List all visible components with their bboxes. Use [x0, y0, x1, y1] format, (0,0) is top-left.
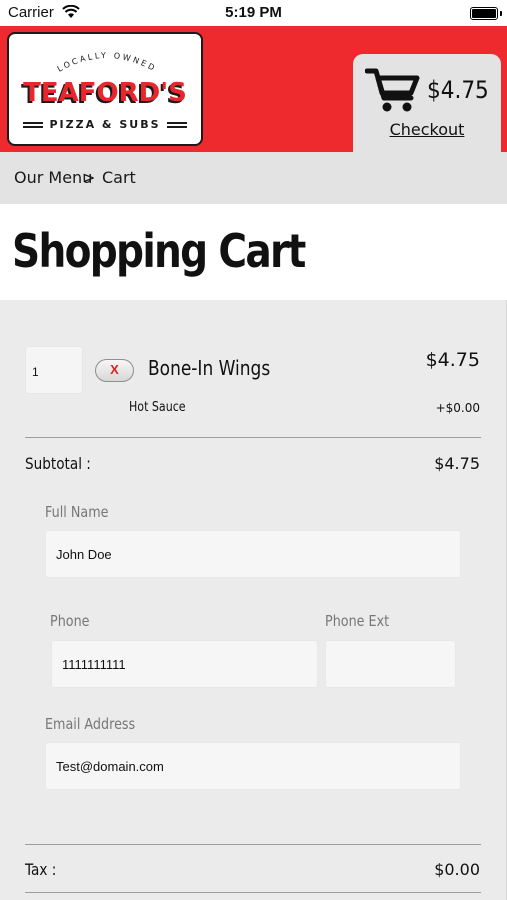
logo-name: TEAFORD'S	[23, 78, 187, 108]
logo[interactable]: LOCALLY OWNED TEAFORD'S PIZZA & SUBS	[7, 32, 203, 146]
breadcrumb-our-menu[interactable]: Our Menu	[14, 168, 92, 187]
checkout-link[interactable]: Checkout	[353, 120, 501, 139]
page-title: Shopping Cart	[12, 224, 306, 278]
remove-item-button[interactable]: X	[95, 359, 134, 382]
logo-tagline: LOCALLY OWNED	[56, 51, 156, 74]
tax-label: Tax :	[25, 860, 57, 879]
phone-ext-label: Phone Ext	[325, 612, 390, 630]
full-name-label: Full Name	[45, 503, 109, 521]
divider	[25, 437, 481, 438]
battery-icon	[470, 7, 502, 20]
phone-field[interactable]: 1111111111	[51, 640, 318, 688]
breadcrumb-separator: >	[82, 168, 96, 187]
shopping-cart-icon	[365, 68, 420, 112]
divider	[25, 892, 481, 893]
item-option-name: Hot Sauce	[129, 400, 186, 415]
status-bar: Carrier 5:19 PM	[0, 0, 507, 26]
logo-stripe-right	[167, 122, 187, 128]
item-price: $4.75	[425, 349, 480, 371]
cart-tab[interactable]: $4.75 Checkout	[353, 54, 501, 152]
item-name: Bone-In Wings	[148, 356, 271, 380]
svg-text:LOCALLY OWNED: LOCALLY OWNED	[56, 51, 158, 74]
email-label: Email Address	[45, 715, 136, 733]
quantity-input[interactable]: 1	[25, 346, 83, 394]
subtotal-label: Subtotal :	[25, 454, 91, 473]
tax-value: $0.00	[434, 860, 480, 879]
cart-total: $4.75	[427, 76, 489, 104]
phone-label: Phone	[50, 612, 90, 630]
breadcrumb: Our Menu > Cart	[0, 152, 507, 204]
subtotal-value: $4.75	[434, 454, 480, 473]
divider	[25, 844, 481, 845]
item-option-price: +$0.00	[435, 401, 480, 415]
breadcrumb-cart: Cart	[102, 168, 136, 187]
clock: 5:19 PM	[225, 4, 282, 21]
email-field[interactable]: Test@domain.com	[45, 742, 461, 790]
full-name-field[interactable]: John Doe	[45, 530, 461, 578]
phone-ext-field[interactable]	[325, 640, 456, 688]
header: LOCALLY OWNED TEAFORD'S PIZZA & SUBS $4.…	[0, 26, 507, 152]
cart-area: 1 X Bone-In Wings $4.75 Hot Sauce +$0.00…	[0, 300, 507, 900]
